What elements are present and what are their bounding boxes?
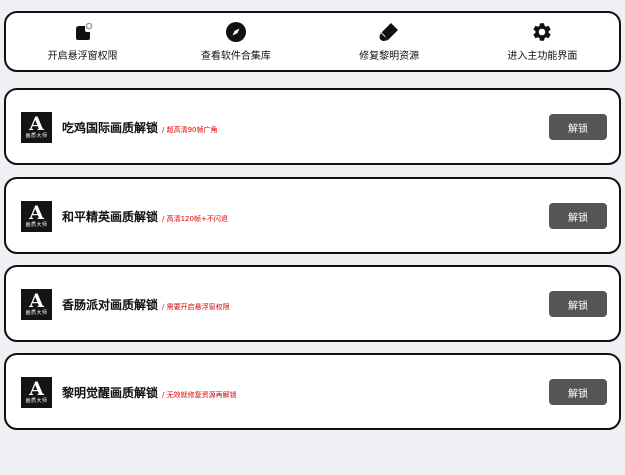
repair-resources-button[interactable]: 修复黎明资源 bbox=[314, 21, 464, 62]
eraser-icon bbox=[378, 21, 400, 43]
item-text: 吃鸡国际画质解锁 / 超高清90帧广角 bbox=[62, 119, 218, 136]
gear-icon bbox=[531, 21, 553, 43]
item-text: 香肠派对画质解锁 / 需要开启悬浮窗权限 bbox=[62, 296, 230, 313]
app-logo: A 画质大师 bbox=[21, 112, 52, 143]
unlock-card-pubg-international: A 画质大师 吃鸡国际画质解锁 / 超高清90帧广角 解锁 bbox=[4, 88, 621, 165]
unlock-button[interactable]: 解锁 bbox=[549, 203, 607, 229]
toolbar-label: 查看软件合集库 bbox=[200, 51, 271, 62]
item-title: 吃鸡国际画质解锁 bbox=[62, 121, 159, 135]
open-floating-window-button[interactable]: 开启悬浮窗权限 bbox=[8, 21, 158, 62]
unlock-card-dawn-awakening: A 画质大师 黎明觉醒画质解锁 / 无效就修复资源再解锁 解锁 bbox=[4, 353, 621, 430]
item-note: / 需要开启悬浮窗权限 bbox=[162, 303, 230, 311]
app-logo: A 画质大师 bbox=[21, 377, 52, 408]
toolbar-label: 修复黎明资源 bbox=[359, 51, 420, 62]
item-note: / 超高清90帧广角 bbox=[162, 126, 218, 134]
view-software-library-button[interactable]: 查看软件合集库 bbox=[161, 21, 311, 62]
item-note: / 高清120帧+不闪退 bbox=[162, 215, 228, 223]
floating-window-icon bbox=[72, 21, 94, 43]
compass-icon bbox=[225, 21, 247, 43]
app-logo: A 画质大师 bbox=[21, 289, 52, 320]
unlock-button[interactable]: 解锁 bbox=[549, 114, 607, 140]
item-title: 和平精英画质解锁 bbox=[62, 210, 159, 224]
item-text: 和平精英画质解锁 / 高清120帧+不闪退 bbox=[62, 208, 228, 225]
toolbar-label: 开启悬浮窗权限 bbox=[47, 51, 118, 62]
toolbar-card: 开启悬浮窗权限 查看软件合集库 修复黎明资源 进入主功能界面 bbox=[4, 11, 621, 72]
item-title: 黎明觉醒画质解锁 bbox=[62, 386, 159, 400]
enter-main-interface-button[interactable]: 进入主功能界面 bbox=[467, 21, 617, 62]
unlock-button[interactable]: 解锁 bbox=[549, 379, 607, 405]
toolbar-label: 进入主功能界面 bbox=[507, 51, 578, 62]
unlock-card-peace-elite: A 画质大师 和平精英画质解锁 / 高清120帧+不闪退 解锁 bbox=[4, 177, 621, 254]
app-logo: A 画质大师 bbox=[21, 201, 52, 232]
unlock-button[interactable]: 解锁 bbox=[549, 291, 607, 317]
item-note: / 无效就修复资源再解锁 bbox=[162, 391, 237, 399]
item-text: 黎明觉醒画质解锁 / 无效就修复资源再解锁 bbox=[62, 384, 237, 401]
item-title: 香肠派对画质解锁 bbox=[62, 298, 159, 312]
unlock-card-sausage-party: A 画质大师 香肠派对画质解锁 / 需要开启悬浮窗权限 解锁 bbox=[4, 265, 621, 342]
